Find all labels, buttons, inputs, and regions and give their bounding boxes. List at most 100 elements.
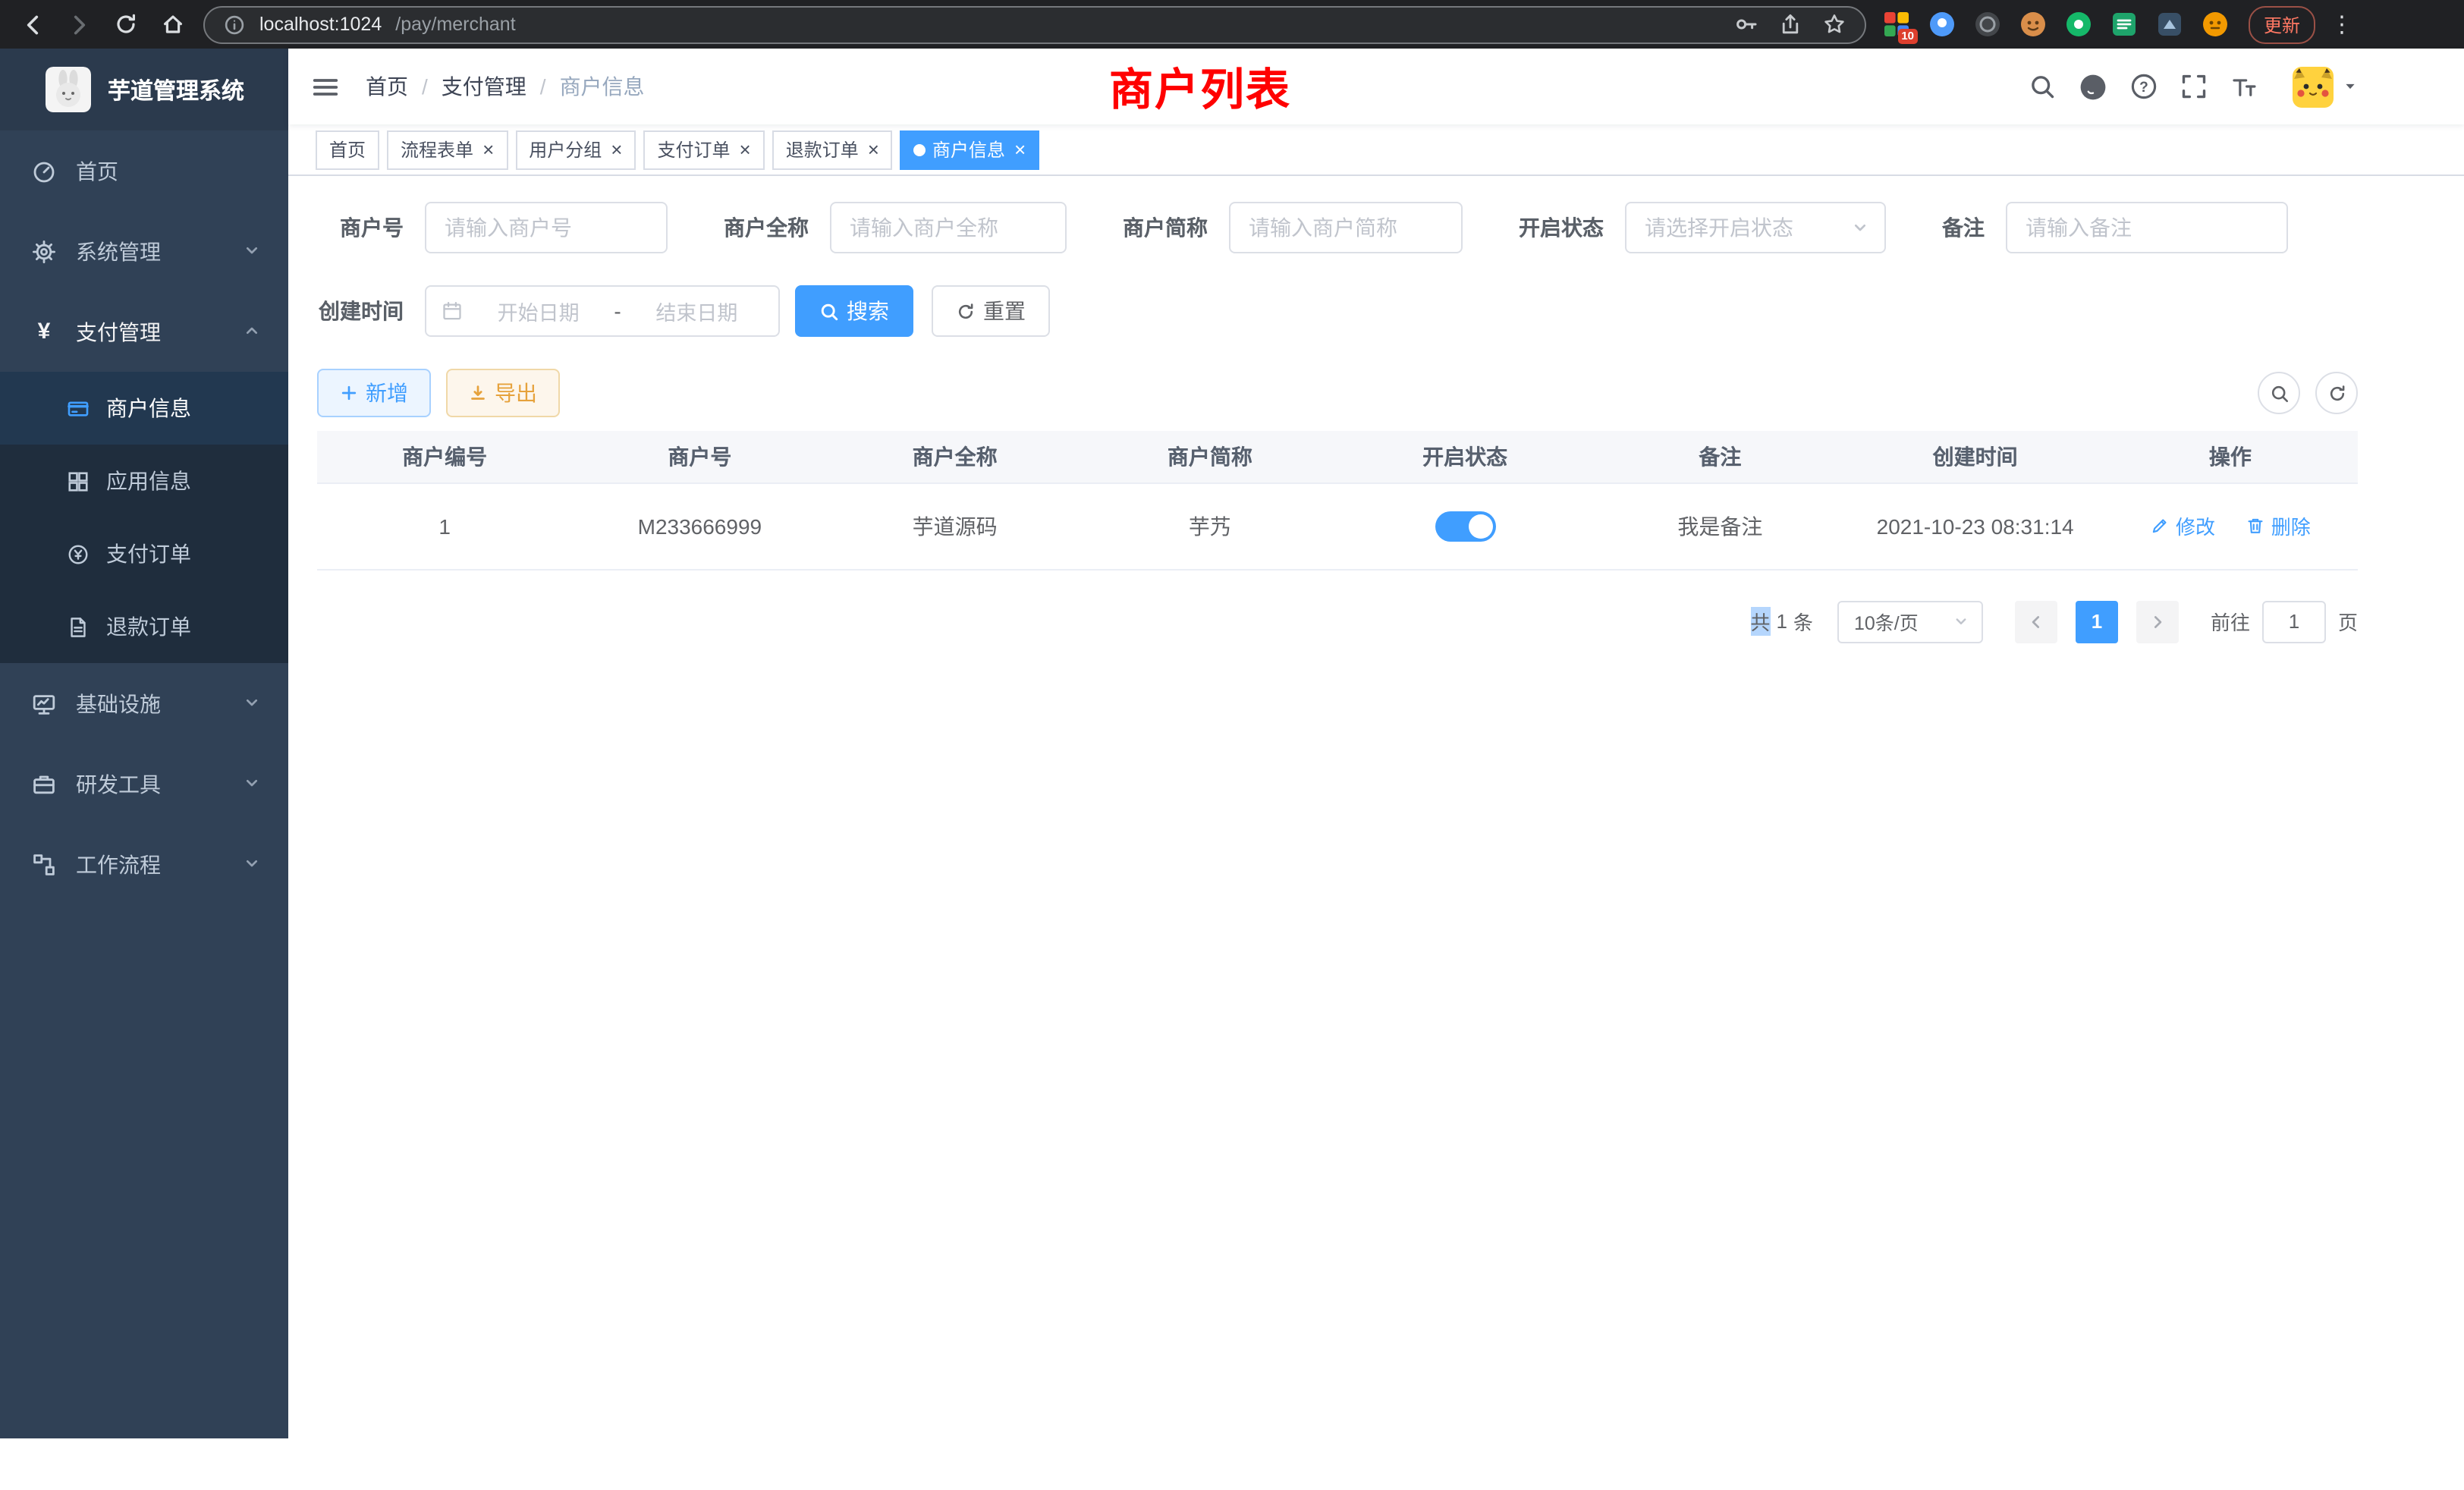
github-icon[interactable] — [2079, 72, 2107, 101]
page-content: 商户号 商户全称 商户简称 开启状态 请选择开启状态 — [288, 176, 2464, 1490]
reset-button[interactable]: 重置 — [932, 285, 1050, 337]
close-icon[interactable]: × — [482, 140, 494, 159]
edit-link[interactable]: 修改 — [2150, 511, 2215, 540]
close-icon[interactable]: × — [611, 140, 622, 159]
toggle-search-button[interactable] — [2258, 372, 2300, 414]
tab-refund-order[interactable]: 退款订单 × — [772, 130, 893, 169]
cell-created-at: 2021-10-23 08:31:14 — [1848, 483, 2103, 569]
sidebar-item-label: 支付订单 — [106, 539, 191, 569]
url-path: /pay/merchant — [395, 14, 515, 35]
sidebar-item-dev-tools[interactable]: 研发工具 — [0, 743, 288, 824]
font-size-icon[interactable] — [2230, 73, 2258, 100]
tab-pay-order[interactable]: 支付订单 × — [643, 130, 764, 169]
page-info-icon[interactable] — [223, 13, 246, 36]
refresh-table-button[interactable] — [2315, 372, 2358, 414]
extension-icon-7[interactable] — [2156, 11, 2183, 38]
column-header: 商户全称 — [828, 431, 1083, 483]
goto-page-input[interactable] — [2262, 600, 2326, 643]
back-icon[interactable] — [15, 8, 49, 41]
breadcrumb-payment[interactable]: 支付管理 — [442, 71, 526, 102]
hamburger-icon[interactable] — [311, 72, 340, 101]
close-icon[interactable]: × — [1014, 140, 1026, 159]
remark-input[interactable] — [2006, 202, 2288, 253]
chevron-down-icon — [243, 852, 261, 876]
close-icon[interactable]: × — [868, 140, 879, 159]
sidebar-item-payment[interactable]: ¥ 支付管理 — [0, 291, 288, 372]
sidebar-item-label: 商户信息 — [106, 393, 191, 423]
tab-label: 用户分组 — [529, 137, 602, 162]
sidebar-logo[interactable]: 芋道管理系统 — [0, 49, 288, 130]
filter-merchant-no: 商户号 — [317, 202, 668, 253]
tab-merchant-info[interactable]: 商户信息 × — [900, 130, 1039, 169]
merchant-no-input[interactable] — [425, 202, 668, 253]
sidebar-item-label: 系统管理 — [76, 236, 161, 266]
fullscreen-icon[interactable] — [2180, 73, 2208, 100]
extension-icon-5[interactable] — [2065, 11, 2092, 38]
home-icon[interactable] — [156, 8, 190, 41]
forward-icon[interactable] — [62, 8, 96, 41]
url-host: localhost:1024 — [259, 14, 382, 35]
payment-submenu: 商户信息 应用信息 支付订单 退款订单 — [0, 372, 288, 663]
sidebar-item-home[interactable]: 首页 — [0, 130, 288, 211]
merchant-full-name-input[interactable] — [830, 202, 1067, 253]
merchant-table: 商户编号 商户号 商户全称 商户简称 开启状态 备注 创建时间 操作 1 — [317, 431, 2358, 570]
cell-short-name: 芋艿 — [1083, 483, 1337, 569]
omnibox-actions — [1734, 12, 1846, 36]
sidebar-item-pay-order[interactable]: 支付订单 — [0, 517, 288, 590]
help-icon[interactable]: ? — [2130, 73, 2158, 100]
extension-icon-2[interactable] — [1928, 11, 1956, 38]
status-select[interactable]: 请选择开启状态 — [1625, 202, 1886, 253]
sidebar-item-label: 工作流程 — [76, 849, 161, 879]
status-toggle[interactable] — [1435, 511, 1495, 541]
prev-page-button[interactable] — [2015, 600, 2057, 643]
user-menu[interactable] — [2293, 66, 2358, 107]
extension-icon-4[interactable] — [2019, 11, 2047, 38]
extension-icon-8[interactable] — [2202, 11, 2229, 38]
document-icon — [67, 615, 90, 638]
sidebar-item-refund-order[interactable]: 退款订单 — [0, 590, 288, 663]
chevron-down-icon — [243, 691, 261, 715]
reload-icon[interactable] — [109, 8, 143, 41]
page-unit-label: 页 — [2338, 607, 2358, 636]
export-button[interactable]: 导出 — [446, 369, 560, 417]
next-page-button[interactable] — [2136, 600, 2179, 643]
page-size-select[interactable]: 10条/页 — [1837, 600, 1983, 643]
bookmark-star-icon[interactable] — [1822, 12, 1846, 36]
extension-badge: 10 — [1897, 28, 1918, 44]
search-button[interactable]: 搜索 — [795, 285, 913, 337]
tab-user-group[interactable]: 用户分组 × — [515, 130, 636, 169]
password-key-icon[interactable] — [1734, 12, 1758, 36]
sidebar-item-workflow[interactable]: 工作流程 — [0, 824, 288, 904]
create-time-range-picker[interactable]: 开始日期 - 结束日期 — [425, 285, 780, 337]
extension-icon-1[interactable]: 10 — [1883, 11, 1910, 38]
sidebar-item-label: 首页 — [76, 156, 118, 186]
url-bar[interactable]: localhost:1024/pay/merchant — [203, 5, 1866, 43]
extension-icon-6[interactable] — [2110, 11, 2138, 38]
tab-home[interactable]: 首页 — [316, 130, 379, 169]
delete-link[interactable]: 删除 — [2246, 511, 2311, 540]
page-number-button[interactable]: 1 — [2076, 600, 2118, 643]
sidebar-item-infrastructure[interactable]: 基础设施 — [0, 663, 288, 743]
breadcrumb-home[interactable]: 首页 — [366, 71, 408, 102]
tab-process-form[interactable]: 流程表单 × — [387, 130, 508, 169]
caret-down-icon — [2343, 79, 2358, 94]
add-button[interactable]: 新增 — [317, 369, 431, 417]
browser-update-button[interactable]: 更新 — [2249, 5, 2315, 43]
sidebar-item-app-info[interactable]: 应用信息 — [0, 445, 288, 517]
filter-remark: 备注 — [1942, 202, 2288, 253]
close-icon[interactable]: × — [740, 140, 751, 159]
logo-rabbit-icon — [46, 67, 91, 112]
extension-icon-3[interactable] — [1974, 11, 2001, 38]
tab-label: 退款订单 — [786, 137, 859, 162]
browser-menu-kebab-icon[interactable]: ⋮ — [2330, 11, 2352, 38]
sidebar-item-merchant-info[interactable]: 商户信息 — [0, 372, 288, 445]
filter-merchant-full-name: 商户全称 — [724, 202, 1067, 253]
sidebar-item-system[interactable]: 系统管理 — [0, 211, 288, 291]
share-icon[interactable] — [1778, 12, 1802, 36]
chevron-down-icon — [243, 772, 261, 796]
search-icon[interactable] — [2029, 73, 2056, 100]
chevron-down-icon — [1851, 218, 1869, 237]
sidebar-item-label: 研发工具 — [76, 769, 161, 799]
merchant-short-name-input[interactable] — [1229, 202, 1463, 253]
dashboard-icon — [32, 159, 56, 183]
